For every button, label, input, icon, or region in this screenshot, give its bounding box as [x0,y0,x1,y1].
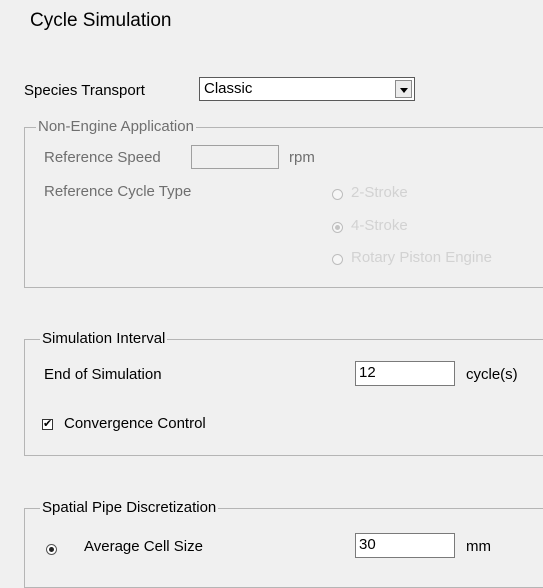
radio-2-stroke[interactable] [332,189,343,200]
convergence-control-checkbox[interactable]: ✔ [42,418,53,430]
end-of-simulation-label: End of Simulation [44,366,162,383]
average-cell-size-input[interactable]: 30 [355,533,455,558]
simulation-interval-group [24,339,543,456]
radio-rotary-piston-label: Rotary Piston Engine [351,249,492,266]
average-cell-size-label: Average Cell Size [84,538,203,555]
radio-4-stroke-label: 4-Stroke [351,217,408,234]
species-transport-label: Species Transport [24,82,145,99]
checkmark-icon: ✔ [43,418,53,430]
end-of-simulation-unit: cycle(s) [466,366,518,383]
chevron-down-icon[interactable] [395,80,412,98]
average-cell-size-value: 30 [359,536,376,553]
radio-average-cell-size[interactable] [46,544,57,555]
simulation-interval-legend: Simulation Interval [40,330,168,347]
reference-speed-field[interactable] [191,145,279,169]
species-transport-select[interactable]: Classic [199,77,415,101]
end-of-simulation-input[interactable]: 12 [355,361,455,386]
end-of-simulation-value: 12 [359,364,376,381]
species-transport-value: Classic [204,80,253,97]
page-title: Cycle Simulation [30,10,172,31]
average-cell-size-unit: mm [466,538,491,555]
non-engine-application-legend: Non-Engine Application [36,118,196,135]
reference-cycle-type-label: Reference Cycle Type [44,183,192,200]
radio-2-stroke-label: 2-Stroke [351,184,408,201]
spatial-pipe-discretization-legend: Spatial Pipe Discretization [40,499,219,516]
reference-speed-unit: rpm [289,149,315,166]
convergence-control-label: Convergence Control [64,415,206,432]
reference-speed-label: Reference Speed [44,149,161,166]
radio-4-stroke[interactable] [332,222,343,233]
radio-rotary-piston[interactable] [332,254,343,265]
